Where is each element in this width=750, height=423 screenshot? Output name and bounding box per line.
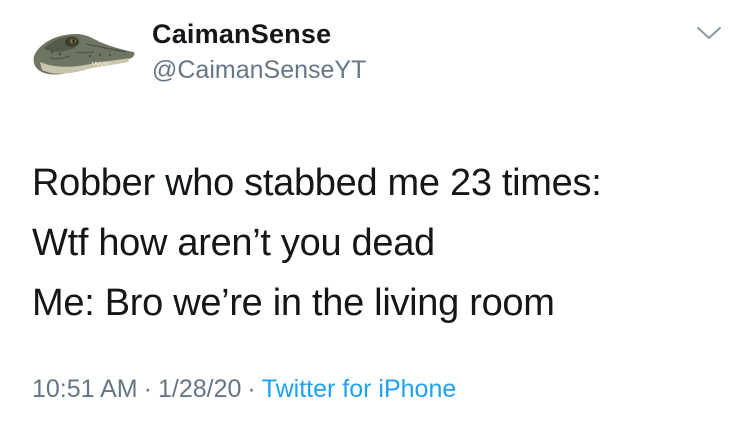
- author-block[interactable]: CaimanSense @CaimanSenseYT: [152, 18, 366, 86]
- caiman-avatar[interactable]: [30, 22, 138, 82]
- tweet-time[interactable]: 10:51 AM: [32, 375, 138, 403]
- tweet-line: Robber who stabbed me 23 times:: [32, 162, 602, 204]
- tweet-card: CaimanSense @CaimanSenseYT Robber who st…: [0, 0, 750, 423]
- author-handle[interactable]: @CaimanSenseYT: [152, 54, 366, 86]
- tweet-line: Wtf how aren’t you dead: [32, 222, 435, 264]
- author-display-name[interactable]: CaimanSense: [152, 18, 366, 50]
- tweet-source-link[interactable]: Twitter for iPhone: [262, 375, 457, 403]
- tweet-meta: 10:51 AM · 1/28/20 · Twitter for iPhone: [32, 373, 456, 405]
- chevron-down-icon[interactable]: [696, 24, 722, 42]
- tweet-date[interactable]: 1/28/20: [158, 375, 241, 403]
- tweet-text: Robber who stabbed me 23 times: Wtf how …: [32, 153, 732, 333]
- meta-separator: ·: [247, 375, 256, 403]
- meta-separator: ·: [143, 375, 152, 403]
- tweet-line: Me: Bro we’re in the living room: [32, 282, 555, 324]
